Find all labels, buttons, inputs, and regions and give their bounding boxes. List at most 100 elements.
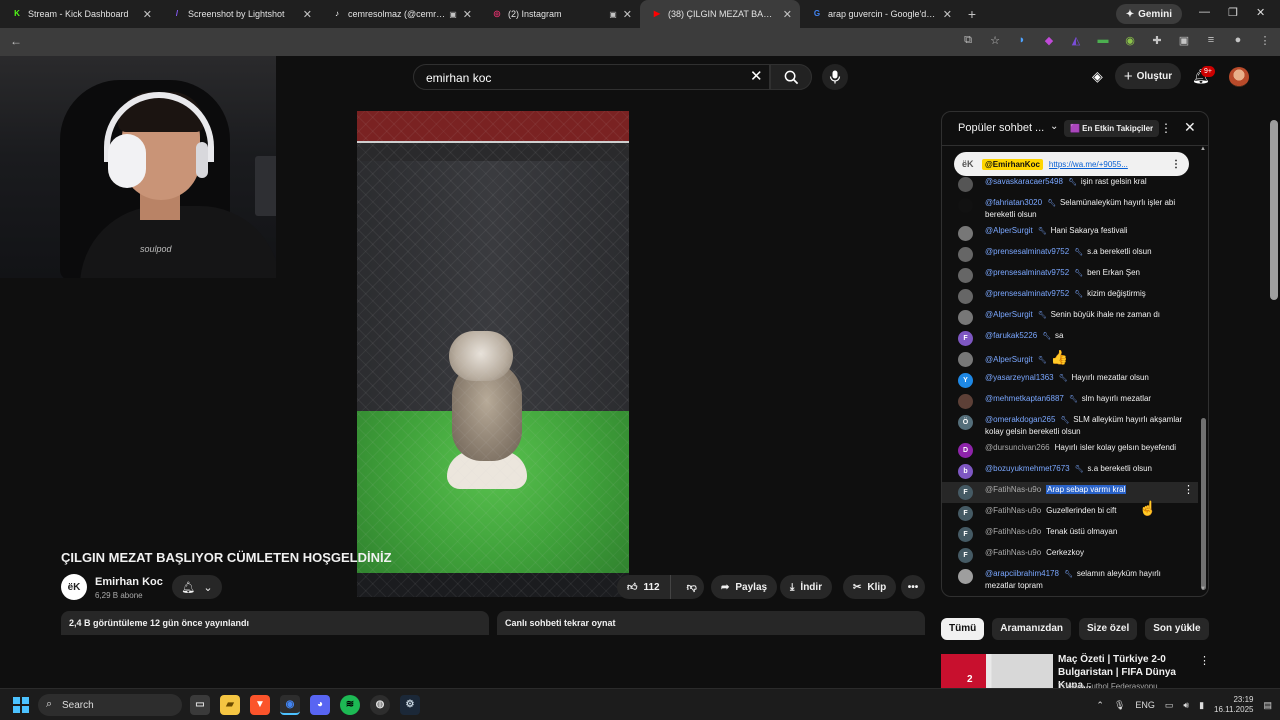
language-indicator[interactable]: ENG — [1135, 700, 1155, 710]
search-button[interactable] — [770, 64, 812, 90]
chat-avatar[interactable]: b — [958, 464, 973, 479]
filter-chip[interactable]: Size özel — [1079, 618, 1138, 640]
chat-avatar[interactable]: F — [958, 485, 973, 500]
chat-author[interactable]: @AlperSurgit — [985, 310, 1033, 319]
puzzle-icon[interactable]: ✚ — [1150, 34, 1164, 47]
chat-avatar[interactable]: F — [958, 331, 973, 346]
task-view-icon[interactable]: ▭ — [190, 695, 210, 715]
clip-button[interactable]: ✂ Klip — [843, 575, 897, 599]
obs-icon[interactable]: ◍ — [370, 695, 390, 715]
chevron-down-icon[interactable]: ⌄ — [1050, 121, 1058, 132]
chat-avatar[interactable]: Y — [958, 373, 973, 388]
channel-avatar[interactable]: ëK — [61, 574, 87, 600]
chat-author[interactable]: @savaskaracaer5498 — [985, 177, 1063, 186]
network-icon[interactable]: ▭ — [1165, 700, 1174, 711]
like-button[interactable]: 👍︎ 112 — [617, 575, 671, 599]
extension-icon[interactable]: ◆ — [1042, 34, 1056, 47]
browser-tab[interactable]: / Screenshot by Lightshot ✕ — [160, 0, 320, 28]
chat-avatar[interactable] — [958, 569, 973, 584]
taskbar-search-box[interactable]: ⌕ Search — [38, 694, 182, 716]
browser-tab[interactable]: Garap guvercin - Google'da Ara ✕ — [800, 0, 960, 28]
account-avatar[interactable] — [1229, 67, 1249, 87]
chat-message[interactable]: @arapciibrahim4178 🔧︎ selamın aleyküm hayı… — [942, 566, 1198, 594]
chat-author[interactable]: @prensesalminatv9752 — [985, 268, 1069, 277]
chat-avatar[interactable] — [958, 394, 973, 409]
chat-avatar[interactable] — [958, 310, 973, 325]
spotify-icon[interactable]: ≋ — [340, 695, 360, 715]
steam-icon[interactable]: ⚙ — [400, 695, 420, 715]
chat-author[interactable]: @prensesalminatv9752 — [985, 247, 1069, 256]
taskbar-clock[interactable]: 23:19 16.11.2025 — [1214, 695, 1253, 715]
chat-message[interactable]: @AlperSurgit 🔧︎ Hani Sakarya festivali — [942, 223, 1198, 244]
close-tab-icon[interactable]: ✕ — [623, 8, 632, 21]
extension-icon[interactable]: ◭ — [1069, 34, 1083, 47]
chat-avatar[interactable] — [958, 352, 973, 367]
close-tab-icon[interactable]: ✕ — [943, 8, 952, 21]
browser-tab[interactable]: ◎ (2) Instagram ▣ ✕ — [480, 0, 640, 28]
browser-tab[interactable]: ▶ (38) ÇILGIN MEZAT BAŞLIYOR Ç ✕ — [640, 0, 800, 28]
chat-author[interactable]: @FatihNas-u9o — [985, 485, 1041, 494]
notification-center-icon[interactable]: ▤ — [1263, 700, 1272, 711]
chat-message[interactable]: Y @yasarzeynal1363 🔧︎ Hayırlı mezatlar olsu… — [942, 370, 1198, 391]
chat-avatar[interactable]: F — [958, 548, 973, 563]
volume-icon[interactable]: 🔊︎ — [1183, 700, 1189, 711]
brave-browser-icon[interactable]: ▼ — [250, 695, 270, 715]
dislike-button[interactable]: 👎︎ — [677, 581, 707, 593]
tray-chevron-up-icon[interactable]: ⌃ — [1096, 700, 1104, 711]
browser-tab[interactable]: K Stream - Kick Dashboard ✕ — [0, 0, 160, 28]
tab-media-icon[interactable]: ▣ — [609, 10, 617, 19]
chat-author[interactable]: @prensesalminatv9752 — [985, 289, 1069, 298]
chat-message[interactable]: F @FatihNas-u9o Cerkezkoy — [942, 545, 1198, 566]
pinned-menu-dots-icon[interactable]: ⋮ — [1171, 159, 1181, 170]
chat-message[interactable]: D @dursuncivan266 Hayırlı isler kolay gels… — [942, 440, 1198, 461]
chat-avatar[interactable] — [958, 177, 973, 192]
scroll-down-arrow-icon[interactable]: ▼ — [1200, 586, 1206, 592]
close-tab-icon[interactable]: ✕ — [463, 8, 472, 21]
extension-icon[interactable]: ◗ — [1015, 34, 1029, 47]
top-fans-badge[interactable]: 🟪 En Etkin Takipçiler — [1064, 120, 1160, 137]
chevron-right-icon[interactable]: › — [1186, 620, 1190, 635]
sidebar-icon[interactable]: ▣ — [1177, 34, 1191, 47]
windows-start-icon[interactable] — [13, 697, 29, 713]
discord-icon[interactable]: ◕ — [310, 695, 330, 715]
description-box[interactable]: 2,4 B görüntüleme 12 gün önce yayınlandı — [61, 611, 489, 635]
chat-message[interactable]: F @farukak5226 🔧︎ sa — [942, 328, 1198, 349]
page-scrollbar[interactable] — [1270, 120, 1278, 300]
filter-chip[interactable]: Tümü — [941, 618, 985, 640]
message-menu-dots-icon[interactable]: ⋮ — [1183, 485, 1194, 496]
menu-dots-icon[interactable]: ⋮ — [1258, 34, 1272, 47]
filter-chip[interactable]: Aramanızdan — [992, 618, 1072, 640]
extension-icon[interactable]: ▬ — [1096, 34, 1110, 47]
recommendation-thumbnail[interactable]: 2 — [941, 654, 1053, 688]
chat-author[interactable]: @farukak5226 — [985, 331, 1037, 340]
browser-tab[interactable]: ♪ cemresolmaz (@cemresolm▣ ✕ — [320, 0, 480, 28]
recommendation-menu-dots-icon[interactable]: ⋮ — [1199, 654, 1210, 667]
close-tab-icon[interactable]: ✕ — [303, 8, 312, 21]
chat-avatar[interactable]: F — [958, 506, 973, 521]
chat-menu-dots-icon[interactable]: ⋮ — [1160, 121, 1172, 135]
chat-message[interactable]: F @FatihNas-u9o Tenak üstü olmayan — [942, 524, 1198, 545]
chat-author[interactable]: @dursuncivan266 — [985, 443, 1050, 452]
chat-mode-title[interactable]: Popüler sohbet ... — [958, 122, 1044, 134]
chat-scrollbar-thumb[interactable] — [1201, 418, 1206, 590]
more-actions-button[interactable]: ••• — [901, 575, 925, 599]
create-button[interactable]: + Oluştur — [1115, 63, 1181, 89]
chat-author[interactable]: @FatihNas-u9o — [985, 527, 1041, 536]
chat-author[interactable]: @mehmetkaptan6887 — [985, 394, 1064, 403]
battery-icon[interactable]: ▮ — [1199, 700, 1204, 711]
back-arrow-icon[interactable]: ← — [10, 34, 22, 48]
chat-message[interactable]: b @bozuyukmehmet7673 🔧︎ s.a bereketli olsun — [942, 461, 1198, 482]
chat-avatar[interactable]: F — [958, 527, 973, 542]
chat-message[interactable]: @savaskaracaer5498 🔧︎ işin rast gelsin kra… — [942, 174, 1198, 195]
pinned-link[interactable]: https://wa.me/+9055... — [1049, 160, 1165, 169]
chat-author[interactable]: @omerakdogan265 — [985, 415, 1055, 424]
close-tab-icon[interactable]: ✕ — [783, 8, 792, 21]
close-window-icon[interactable]: ✕ — [1256, 6, 1265, 19]
close-chat-icon[interactable]: ✕ — [1184, 119, 1196, 136]
chat-message[interactable]: @AlperSurgit 🔧︎ Senin büyük ihale ne zaman… — [942, 307, 1198, 328]
media-control-icon[interactable]: ≡ — [1204, 34, 1218, 47]
pinned-message[interactable]: ëK @EmirhanKoc https://wa.me/+9055... ⋮ — [954, 152, 1189, 176]
chat-message[interactable]: @AlperSurgit 🔧︎ 👍 — [942, 349, 1198, 370]
chat-message[interactable]: @prensesalminatv9752 🔧︎ ben Erkan Şen — [942, 265, 1198, 286]
chat-avatar[interactable] — [958, 226, 973, 241]
